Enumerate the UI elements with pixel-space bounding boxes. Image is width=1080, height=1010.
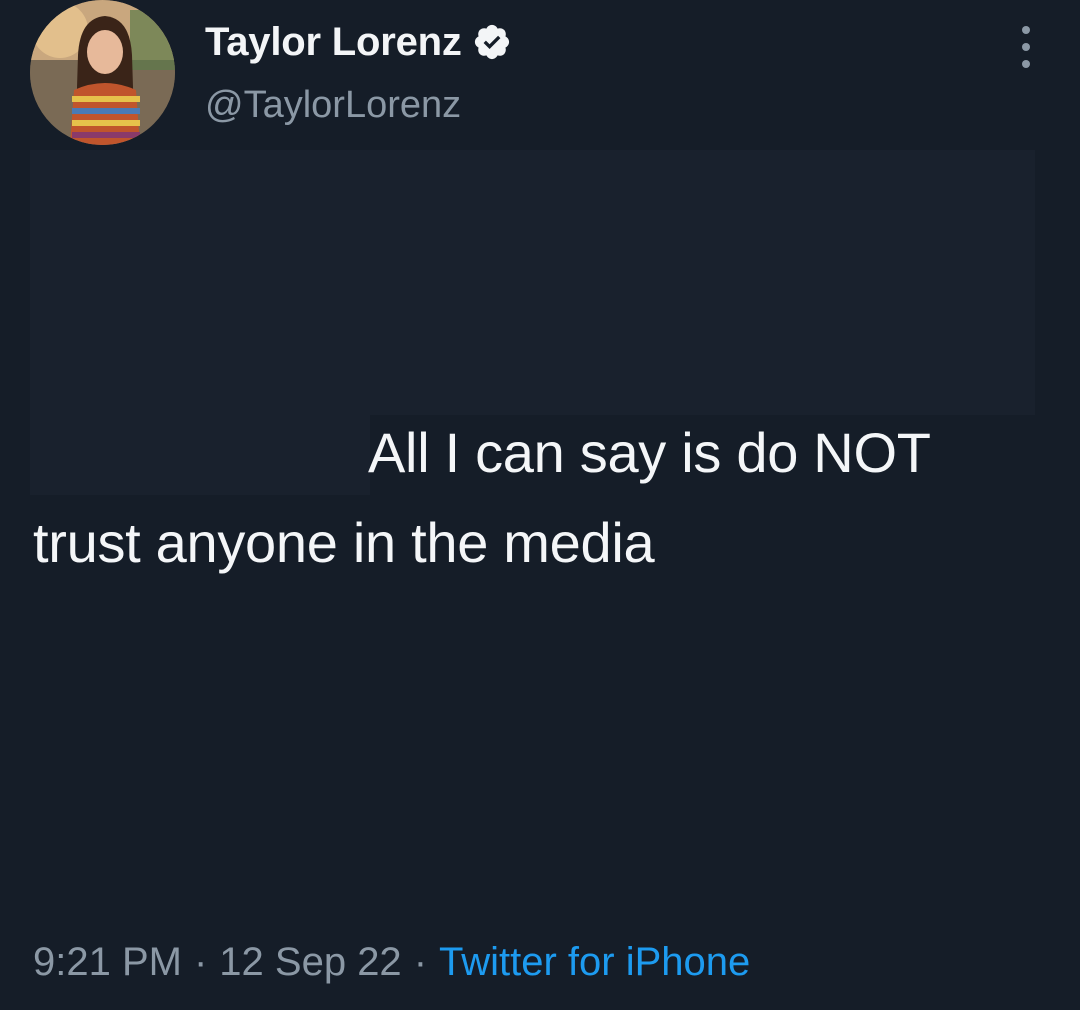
avatar-photo [30, 0, 175, 145]
more-vertical-icon[interactable] [1016, 26, 1036, 68]
tweet-text-background [30, 150, 1035, 415]
verified-badge-icon [472, 22, 512, 62]
tweet-card: Taylor Lorenz @TaylorLorenz All I can sa… [0, 0, 1080, 1010]
tweet-date[interactable]: 12 Sep 22 [219, 940, 401, 985]
more-dot [1022, 43, 1030, 51]
tweet-source-link[interactable]: Twitter for iPhone [439, 940, 750, 985]
more-dot [1022, 26, 1030, 34]
more-dot [1022, 60, 1030, 68]
tweet-text-line: trust anyone in the media [33, 511, 655, 574]
meta-separator: · [413, 940, 428, 984]
tweet-text-background [30, 415, 370, 495]
meta-separator: · [193, 940, 208, 984]
avatar[interactable] [30, 0, 175, 145]
tweet-meta: 9:21 PM · 12 Sep 22 · Twitter for iPhone [33, 940, 750, 985]
author-display-name[interactable]: Taylor Lorenz [205, 20, 462, 65]
author-name-row[interactable]: Taylor Lorenz [205, 18, 512, 66]
author-handle[interactable]: @TaylorLorenz [205, 84, 461, 127]
tweet-text-line: All I can say is do NOT [368, 421, 931, 484]
tweet-time[interactable]: 9:21 PM [33, 940, 182, 985]
